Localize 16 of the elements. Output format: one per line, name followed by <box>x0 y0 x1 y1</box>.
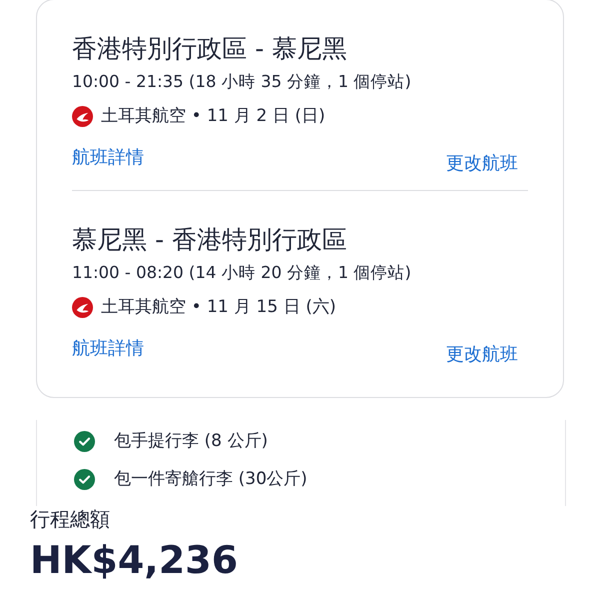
flight-details-link[interactable]: 航班詳情 <box>72 337 144 361</box>
baggage-label: 包一件寄艙行李 (30公斤) <box>114 468 308 491</box>
change-flight-link[interactable]: 更改航班 <box>446 343 518 367</box>
airline-date: 土耳其航空 • 11 月 15 日 (六) <box>101 296 336 319</box>
airline-logo-icon <box>72 296 93 318</box>
total-price: HK$4,236 <box>30 537 238 583</box>
route-title: 香港特別行政區 - 慕尼黑 <box>72 33 347 65</box>
flight-times: 11:00 - 08:20 (14 小時 20 分鐘，1 個停站) <box>72 262 412 284</box>
airline-date: 土耳其航空 • 11 月 2 日 (日) <box>101 105 326 128</box>
route-title: 慕尼黑 - 香港特別行政區 <box>72 224 347 256</box>
baggage-label: 包手提行李 (8 公斤) <box>114 430 268 453</box>
flight-times: 10:00 - 21:35 (18 小時 35 分鐘，1 個停站) <box>72 71 412 93</box>
airline-logo-icon <box>72 106 93 126</box>
change-flight-link[interactable]: 更改航班 <box>446 152 518 176</box>
flight-details-link[interactable]: 航班詳情 <box>72 146 144 170</box>
total-label: 行程總額 <box>30 506 110 532</box>
